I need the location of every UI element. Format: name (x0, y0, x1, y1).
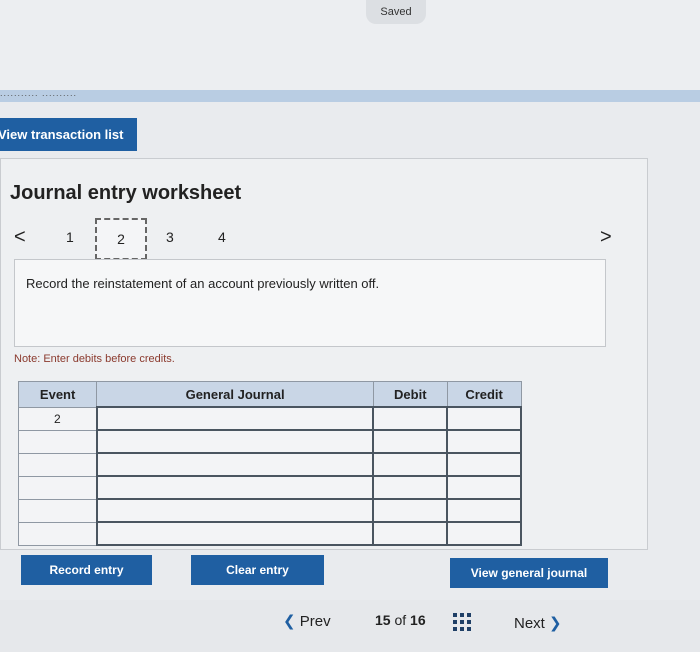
instruction-text: Record the reinstatement of an account p… (26, 276, 380, 291)
top-band (0, 0, 700, 90)
event-cell (17, 521, 98, 546)
grid-icon[interactable] (453, 613, 471, 631)
chevron-right-icon: ❯ (549, 615, 562, 632)
column-header-credit: Credit (446, 381, 522, 408)
worksheet-title: Journal entry worksheet (10, 182, 242, 204)
table-row (17, 429, 522, 454)
column-header-general-journal: General Journal (96, 381, 374, 408)
event-cell (17, 429, 98, 454)
total-pages: 16 (410, 612, 426, 628)
event-cell (17, 475, 98, 500)
debit-input[interactable] (372, 521, 449, 546)
view-transaction-list-button[interactable]: View transaction list (0, 118, 137, 151)
account-select[interactable] (95, 521, 375, 546)
account-select[interactable] (95, 475, 375, 500)
page-indicator: 15 of 16 (375, 612, 426, 628)
of-label: of (394, 612, 407, 628)
event-cell (17, 498, 98, 523)
table-row (17, 475, 522, 500)
journal-entry-table: Event General Journal Debit Credit 2 (17, 381, 522, 546)
step-tab-4[interactable]: 4 (218, 229, 226, 245)
next-step-arrow-icon[interactable]: > (600, 226, 612, 249)
credit-input[interactable] (446, 521, 522, 546)
debit-input[interactable] (372, 475, 449, 500)
next-label: Next (514, 615, 545, 632)
account-select[interactable] (95, 498, 375, 523)
account-select[interactable] (95, 406, 375, 431)
credit-input[interactable] (446, 429, 522, 454)
saved-status-badge: Saved (366, 0, 426, 24)
credit-input[interactable] (446, 406, 522, 431)
step-tab-1[interactable]: 1 (66, 229, 74, 245)
instruction-box (14, 259, 606, 347)
credit-input[interactable] (446, 498, 522, 523)
credit-input[interactable] (446, 475, 522, 500)
table-row (17, 452, 522, 477)
column-header-event: Event (17, 381, 98, 408)
current-page: 15 (375, 612, 391, 628)
step-tab-2-active[interactable]: 2 (95, 218, 147, 260)
chevron-left-icon: ❮ (283, 613, 296, 630)
column-header-debit: Debit (372, 381, 448, 408)
account-select[interactable] (95, 452, 375, 477)
table-row (17, 498, 522, 523)
debit-input[interactable] (372, 406, 449, 431)
debit-input[interactable] (372, 452, 449, 477)
event-cell: 2 (17, 406, 98, 431)
table-row: 2 (17, 406, 522, 431)
step-tab-3[interactable]: 3 (166, 229, 174, 245)
next-page-button[interactable]: Next ❯ (514, 614, 562, 632)
account-select[interactable] (95, 429, 375, 454)
prev-label: Prev (299, 613, 331, 630)
history-link-fragment[interactable]: ........... .......... (0, 88, 77, 98)
clear-entry-button[interactable]: Clear entry (191, 555, 324, 585)
record-entry-button[interactable]: Record entry (21, 555, 152, 585)
bottom-navigation-bar (0, 600, 700, 652)
view-general-journal-button[interactable]: View general journal (450, 558, 608, 588)
prev-step-arrow-icon[interactable]: < (14, 226, 26, 249)
event-cell (17, 452, 98, 477)
entry-note: Note: Enter debits before credits. (14, 353, 175, 365)
prev-page-button[interactable]: ❮ Prev (283, 612, 331, 630)
credit-input[interactable] (446, 452, 522, 477)
table-row (17, 521, 522, 546)
debit-input[interactable] (372, 429, 449, 454)
debit-input[interactable] (372, 498, 449, 523)
header-strip (0, 90, 700, 102)
